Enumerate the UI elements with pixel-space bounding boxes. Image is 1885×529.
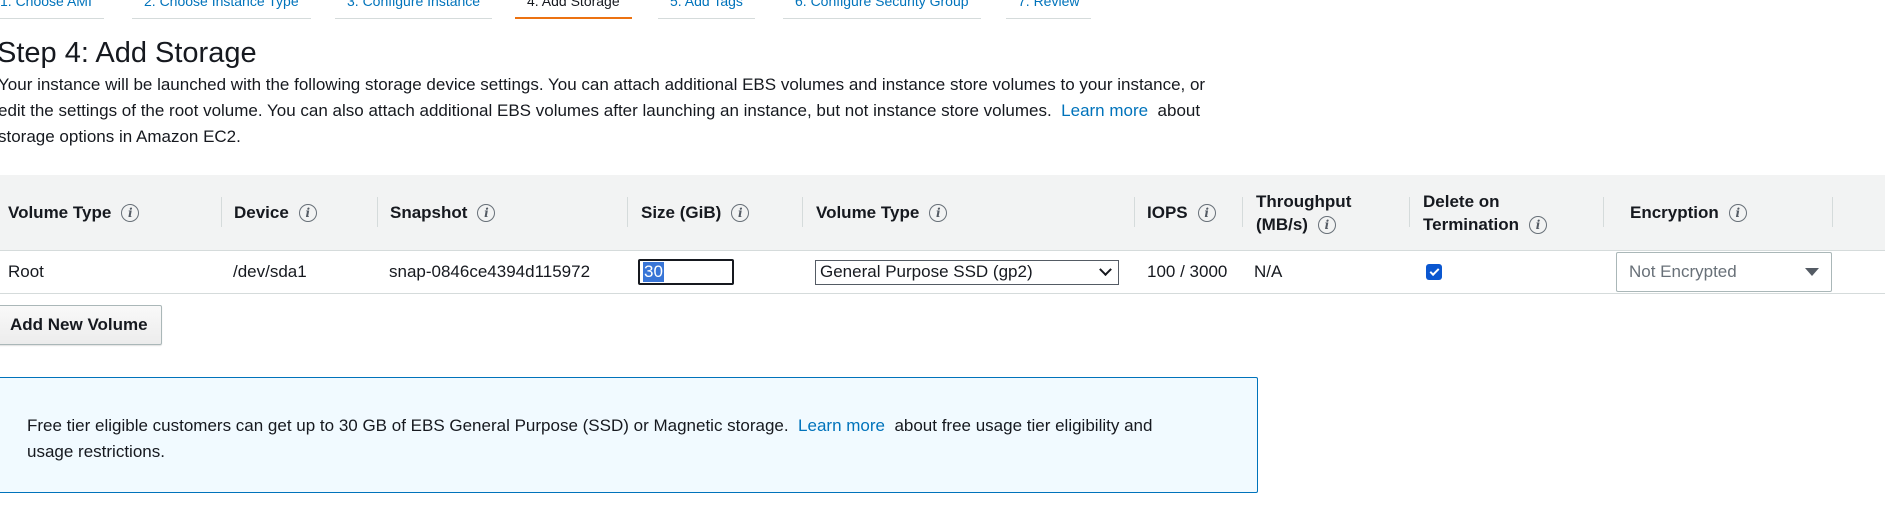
info-icon[interactable]: i bbox=[929, 203, 948, 222]
learn-more-storage-link[interactable]: Learn more bbox=[1061, 101, 1148, 120]
header-device-label: Device bbox=[234, 203, 289, 222]
header-size[interactable]: Size (GiB) i bbox=[627, 175, 750, 250]
header-iops-label: IOPS bbox=[1147, 203, 1188, 222]
cell-throughput: N/A bbox=[1254, 262, 1283, 281]
page-title: Step 4: Add Storage bbox=[0, 37, 257, 69]
header-volume-type[interactable]: Volume Type i bbox=[8, 175, 140, 250]
intro-text: Your instance will be launched with the … bbox=[0, 72, 1248, 150]
header-encryption[interactable]: Encryption i bbox=[1603, 175, 1747, 250]
learn-more-free-tier-link[interactable]: Learn more bbox=[798, 416, 885, 435]
checkmark-icon bbox=[1429, 265, 1439, 276]
header-iops[interactable]: IOPS i bbox=[1134, 175, 1216, 250]
cell-volume-type: Root bbox=[8, 262, 44, 281]
intro-line-2-suffix: about bbox=[1157, 101, 1201, 120]
info-box-line-1: Free tier eligible customers can get up … bbox=[27, 413, 1229, 439]
encryption-select-value: Not Encrypted bbox=[1629, 262, 1737, 281]
size-input-value: 30 bbox=[643, 262, 664, 282]
wizard-steps: 1. Choose AMI 2. Choose Instance Type 3.… bbox=[0, 0, 1200, 21]
header-throughput-label: Throughput (MB/s) i bbox=[1256, 190, 1351, 236]
header-delete-line-1: Delete on bbox=[1423, 191, 1500, 211]
header-throughput-line-2: (MB/s) bbox=[1256, 214, 1308, 234]
free-tier-info-box: Free tier eligible customers can get up … bbox=[0, 377, 1258, 493]
header-size-label: Size (GiB) bbox=[641, 203, 722, 222]
header-ebs-volume-type-label: Volume Type bbox=[816, 203, 920, 222]
header-encryption-label: Encryption bbox=[1630, 203, 1719, 222]
header-snapshot-label: Snapshot bbox=[390, 203, 468, 222]
info-icon[interactable]: i bbox=[298, 203, 317, 222]
cell-device: /dev/sda1 bbox=[233, 262, 307, 281]
info-icon[interactable]: i bbox=[1728, 203, 1747, 222]
step-review[interactable]: 7. Review bbox=[1006, 0, 1092, 19]
step-add-storage[interactable]: 4. Add Storage bbox=[515, 0, 632, 19]
delete-on-termination-checkbox[interactable] bbox=[1426, 264, 1442, 280]
intro-line-2-text: edit the settings of the root volume. Yo… bbox=[0, 101, 1052, 120]
caret-down-icon bbox=[1805, 268, 1819, 276]
info-icon[interactable]: i bbox=[477, 203, 496, 222]
chevron-down-icon bbox=[1099, 262, 1112, 276]
intro-line-2: edit the settings of the root volume. Yo… bbox=[0, 98, 1248, 124]
info-icon[interactable]: i bbox=[1317, 216, 1336, 235]
header-delete-on-termination[interactable]: Delete on Termination i bbox=[1409, 175, 1548, 250]
intro-line-3: storage options in Amazon EC2. bbox=[0, 127, 241, 146]
header-ebs-volume-type[interactable]: Volume Type i bbox=[802, 175, 948, 250]
step-configure-security-group[interactable]: 6. Configure Security Group bbox=[783, 0, 981, 19]
header-throughput-line-1: Throughput bbox=[1256, 191, 1352, 211]
volume-type-select[interactable]: General Purpose SSD (gp2) bbox=[815, 259, 1119, 285]
cell-snapshot: snap-0846ce4394d115972 bbox=[389, 262, 591, 281]
info-box-text: Free tier eligible customers can get up … bbox=[27, 416, 789, 435]
encryption-select[interactable]: Not Encrypted bbox=[1616, 252, 1832, 292]
cell-encryption: Not Encrypted bbox=[1616, 251, 1832, 293]
header-device[interactable]: Device i bbox=[221, 175, 317, 250]
intro-line-1: Your instance will be launched with the … bbox=[0, 75, 1206, 94]
cell-size: 30 bbox=[638, 251, 734, 293]
cell-delete-on-termination bbox=[1426, 251, 1442, 293]
info-box-text-suffix: about free usage tier eligibility and bbox=[894, 416, 1153, 435]
header-delete-label: Delete on Termination i bbox=[1423, 190, 1548, 236]
volume-type-select-value: General Purpose SSD (gp2) bbox=[820, 262, 1033, 281]
add-new-volume-button[interactable]: Add New Volume bbox=[0, 305, 162, 345]
info-icon[interactable]: i bbox=[121, 203, 140, 222]
info-icon[interactable]: i bbox=[731, 203, 750, 222]
storage-table-header: Volume Type i Device i Snapshot i Size (… bbox=[0, 175, 1885, 251]
table-row: Root /dev/sda1 snap-0846ce4394d115972 30… bbox=[0, 251, 1885, 294]
header-snapshot[interactable]: Snapshot i bbox=[377, 175, 496, 250]
header-delete-line-2: Termination bbox=[1423, 214, 1520, 234]
step-add-tags[interactable]: 5. Add Tags bbox=[658, 0, 755, 19]
header-volume-type-label: Volume Type bbox=[8, 203, 112, 222]
cell-ebs-volume-type: General Purpose SSD (gp2) bbox=[815, 251, 1119, 293]
step-choose-instance-type[interactable]: 2. Choose Instance Type bbox=[132, 0, 311, 19]
cell-iops: 100 / 3000 bbox=[1147, 262, 1228, 281]
step-choose-ami[interactable]: 1. Choose AMI bbox=[0, 0, 104, 19]
step-configure-instance[interactable]: 3. Configure Instance bbox=[335, 0, 493, 19]
size-input[interactable]: 30 bbox=[638, 259, 734, 285]
info-box-line-2: usage restrictions. bbox=[27, 442, 165, 461]
header-throughput[interactable]: Throughput (MB/s) i bbox=[1242, 175, 1351, 250]
info-icon[interactable]: i bbox=[1197, 203, 1216, 222]
info-icon[interactable]: i bbox=[1529, 216, 1548, 235]
